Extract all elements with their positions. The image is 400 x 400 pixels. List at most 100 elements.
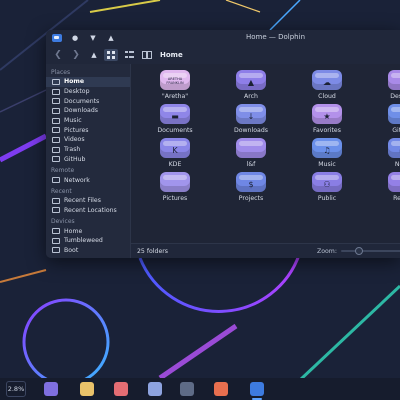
- folder-label: Public: [317, 195, 337, 202]
- file-view: ARETHA FRANKLIN "Aretha" ▲ Arch ☁ Cloud Deskto…: [131, 64, 400, 258]
- trash-icon: [52, 146, 60, 153]
- sidebar-item-label: Boot: [64, 246, 79, 254]
- sidebar-item-boot[interactable]: Boot: [46, 246, 130, 256]
- toolbar: ❮ ❯ ▲ Home: [46, 46, 400, 65]
- folder-emblem-icon: ◕: [388, 180, 400, 189]
- folder-item[interactable]: ♫ Music: [289, 136, 365, 170]
- folder-icon: $: [236, 172, 266, 192]
- folder-icon: [388, 70, 400, 90]
- forward-button[interactable]: ❯: [70, 49, 82, 61]
- sidebar-section-title: Places: [51, 69, 71, 76]
- folder-emblem-icon: ♫: [323, 146, 331, 155]
- split-view-button[interactable]: [140, 49, 154, 61]
- status-bar: 25 folders Zoom:: [131, 243, 400, 258]
- sidebar-item-label: Videos: [64, 136, 85, 144]
- sidebar-item-github[interactable]: GitHub: [46, 155, 130, 165]
- back-button[interactable]: ❮: [52, 49, 64, 61]
- folder-label: Projects: [238, 195, 264, 202]
- folder-label: Reddit: [393, 195, 400, 202]
- folder-icon: [236, 138, 266, 158]
- documents-icon: [52, 98, 60, 105]
- sidebar-item-home[interactable]: Home: [46, 77, 130, 87]
- recent-locations-icon: [52, 207, 60, 214]
- folder-icon: ☁: [312, 70, 342, 90]
- sidebar-item-label: Downloads: [64, 107, 98, 115]
- dolphin-window: ● ▼ ▲ Home — Dolphin ❮ ❯ ▲ Home Places Ho…: [46, 30, 400, 258]
- folder-emblem-icon: ARETHA FRANKLIN: [166, 77, 184, 85]
- folder-item[interactable]: Desktop: [365, 68, 400, 102]
- folder-item[interactable]: ▲ Arch: [213, 68, 289, 102]
- compact-view-icon: [124, 51, 134, 58]
- zoom-label: Zoom:: [317, 247, 337, 255]
- sidebar-item-music[interactable]: Music: [46, 116, 130, 126]
- sidebar-item-desktop[interactable]: Desktop: [46, 87, 130, 97]
- folder-item[interactable]: ARETHA FRANKLIN "Aretha": [137, 68, 213, 102]
- grid-view-icon: [107, 51, 115, 59]
- folder-icon: K: [160, 138, 190, 158]
- folder-item[interactable]: ● GitHub: [365, 102, 400, 136]
- desktop-icon: [52, 88, 60, 95]
- folder-label: Neon: [394, 161, 400, 168]
- sidebar-item-label: Pictures: [64, 126, 89, 134]
- dolphin-app-icon[interactable]: [52, 34, 62, 42]
- sidebar-item-recent-locations[interactable]: Recent Locations: [46, 206, 130, 216]
- folder-label: KDE: [168, 161, 182, 168]
- taskbar: 2.8%: [0, 378, 400, 400]
- folder-item[interactable]: Pictures: [137, 170, 213, 204]
- folder-item[interactable]: ▬ Documents: [137, 102, 213, 136]
- folder-label: Arch: [244, 93, 258, 100]
- sidebar-item-downloads[interactable]: Downloads: [46, 106, 130, 116]
- folder-label: Music: [318, 161, 336, 168]
- breadcrumb-home[interactable]: Home: [160, 51, 183, 59]
- taskbar-app-1-icon[interactable]: [44, 382, 58, 396]
- folder-icon: ▲: [236, 70, 266, 90]
- folder-item[interactable]: ★ Favorites: [289, 102, 365, 136]
- zoom-slider[interactable]: [341, 250, 400, 252]
- folder-label: Favorites: [313, 127, 341, 134]
- cpu-usage-widget[interactable]: 2.8%: [6, 381, 26, 397]
- pin-icon[interactable]: ●: [70, 33, 80, 43]
- folder-item[interactable]: K KDE: [137, 136, 213, 170]
- drive-icon: [52, 228, 60, 235]
- folder-label: l&f: [246, 161, 256, 168]
- folder-emblem-icon: ★: [323, 112, 331, 121]
- chevron-down-icon[interactable]: ▼: [88, 33, 98, 43]
- folder-item[interactable]: ◕ Reddit: [365, 170, 400, 204]
- taskbar-app-5-icon[interactable]: [180, 382, 194, 396]
- sidebar-item-videos[interactable]: Videos: [46, 135, 130, 145]
- sidebar-item-recent-files[interactable]: Recent Files: [46, 196, 130, 206]
- sidebar-item-home[interactable]: Home: [46, 226, 130, 236]
- split-view-icon: [142, 51, 152, 59]
- taskbar-dolphin-icon[interactable]: [250, 382, 264, 400]
- folder-item[interactable]: l&f: [213, 136, 289, 170]
- sidebar-item-pictures[interactable]: Pictures: [46, 125, 130, 135]
- folder-icon: ↓: [236, 104, 266, 124]
- sidebar-item-network[interactable]: Network: [46, 175, 130, 185]
- folder-icon: ♫: [312, 138, 342, 158]
- taskbar-app-2-icon[interactable]: [80, 382, 94, 396]
- drive-icon: [52, 237, 60, 244]
- taskbar-app-3-icon[interactable]: [114, 382, 128, 396]
- folder-item[interactable]: ↓ Downloads: [213, 102, 289, 136]
- sidebar-item-documents[interactable]: Documents: [46, 96, 130, 106]
- folder-item[interactable]: ☁ Cloud: [289, 68, 365, 102]
- folder-item[interactable]: ▭ Neon: [365, 136, 400, 170]
- places-sidebar: Places Home Desktop Documents Downloads Music…: [46, 64, 131, 258]
- zoom-slider-handle[interactable]: [355, 247, 363, 255]
- sidebar-item-label: Home: [64, 227, 83, 235]
- folder-item[interactable]: ⚇ Public: [289, 170, 365, 204]
- taskbar-app-6-icon[interactable]: [214, 382, 228, 396]
- up-button[interactable]: ▲: [88, 49, 100, 61]
- sidebar-item-tumbleweed[interactable]: Tumbleweed: [46, 236, 130, 246]
- compact-view-button[interactable]: [122, 49, 136, 61]
- folder-emblem-icon: ●: [388, 112, 400, 121]
- icons-view-button[interactable]: [104, 49, 118, 61]
- folder-icon: ⚇: [312, 172, 342, 192]
- chevron-up-icon[interactable]: ▲: [106, 33, 116, 43]
- taskbar-app-4-icon[interactable]: [148, 382, 162, 396]
- music-icon: [52, 117, 60, 124]
- folder-item[interactable]: $ Projects: [213, 170, 289, 204]
- github-icon: [52, 156, 60, 163]
- sidebar-item-trash[interactable]: Trash: [46, 145, 130, 155]
- folder-emblem-icon: ▲: [247, 78, 255, 87]
